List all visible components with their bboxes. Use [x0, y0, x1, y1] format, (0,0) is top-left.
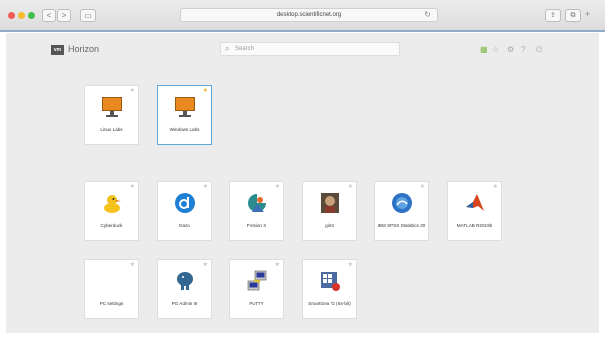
tile-label: FVision X: [246, 223, 267, 228]
spss-icon: [392, 193, 412, 213]
app-tile-spss[interactable]: ★ IBM SPSS Statistics 20: [374, 181, 429, 241]
app-tile-pgadmin[interactable]: ★ PG Admin III: [157, 259, 212, 319]
fvision-icon: [248, 194, 266, 212]
forward-button[interactable]: >: [57, 9, 71, 22]
dazo-icon: [175, 193, 195, 213]
favorite-star-icon[interactable]: ★: [203, 87, 208, 94]
app-tile-fvision[interactable]: ★ FVision X: [229, 181, 284, 241]
matlab-icon: [466, 194, 484, 211]
favorite-star-icon[interactable]: ★: [348, 261, 353, 268]
tile-label: PC settings: [99, 301, 124, 306]
browser-chrome: < > ▭ desktop.scientificnet.org ↻ ⇪ ⧉ +: [0, 0, 605, 32]
tile-label: PG Admin III: [171, 301, 198, 306]
settings-icon[interactable]: ⚙: [507, 45, 514, 55]
tile-label: MATLAB R2019b: [456, 223, 493, 228]
horizon-page: vm Horizon ⌕ Search ▦ ☆ ⚙ ? ⏻ ★ Linux La…: [6, 33, 599, 333]
fullscreen-window-icon[interactable]: [28, 12, 35, 19]
close-window-icon[interactable]: [8, 12, 15, 19]
app-tile-smartgit[interactable]: ★ SmartGea 'G (64-bit): [302, 259, 357, 319]
app-title: Horizon: [68, 44, 100, 54]
tabs-overview-icon[interactable]: ⧉: [565, 9, 581, 22]
duck-icon: [104, 195, 121, 213]
app-tile-gimp[interactable]: ★ gimt: [302, 181, 357, 241]
favorite-star-icon[interactable]: ★: [420, 183, 425, 190]
new-tab-icon[interactable]: +: [585, 9, 590, 19]
monitor-icon: [174, 96, 196, 118]
page-load-progress: [0, 30, 605, 32]
tile-label: SmartGea 'G (64-bit): [308, 301, 351, 306]
favorite-star-icon[interactable]: ★: [203, 261, 208, 268]
favorite-star-icon[interactable]: ★: [348, 183, 353, 190]
tile-label: Windows Labs: [169, 127, 200, 132]
desktop-tile-windows[interactable]: ★ Windows Labs: [157, 85, 212, 145]
elephant-icon: [177, 272, 193, 290]
minimize-window-icon[interactable]: [18, 12, 25, 19]
smartgit-icon: [321, 272, 340, 291]
tile-label: Linux Labs: [100, 127, 123, 132]
favorites-icon[interactable]: ☆: [492, 45, 499, 55]
back-button[interactable]: <: [42, 9, 56, 22]
logout-icon[interactable]: ⏻: [536, 45, 542, 55]
app-tile-putty[interactable]: ★ PuTTY: [229, 259, 284, 319]
app-tile-cyberduck[interactable]: ★ Cyberduck: [84, 181, 139, 241]
putty-icon: [247, 270, 267, 291]
tile-label: Cyberduck: [100, 223, 123, 228]
tile-label: Dazo: [179, 223, 190, 228]
search-icon: ⌕: [225, 44, 230, 53]
favorite-star-icon[interactable]: ★: [130, 261, 135, 268]
help-icon[interactable]: ?: [521, 45, 525, 55]
gimp-icon: [321, 193, 339, 213]
app-tile-matlab[interactable]: ★ MATLAB R2019b: [447, 181, 502, 241]
share-icon[interactable]: ⇪: [545, 9, 561, 22]
tile-label: gimt: [325, 223, 334, 228]
favorite-star-icon[interactable]: ★: [493, 183, 498, 190]
monitor-icon: [101, 96, 123, 118]
favorite-star-icon[interactable]: ★: [275, 261, 280, 268]
grid-view-icon[interactable]: ▦: [480, 45, 488, 55]
desktop-tile-linux[interactable]: ★ Linux Labs: [84, 85, 139, 145]
favorite-star-icon[interactable]: ★: [203, 183, 208, 190]
app-tile-pc-settings[interactable]: ★ PC settings: [84, 259, 139, 319]
tile-label: PuTTY: [249, 301, 264, 306]
vmware-logo: vm: [51, 45, 64, 55]
search-placeholder: Search: [235, 46, 255, 52]
url-text: desktop.scientificnet.org: [276, 12, 342, 18]
favorite-star-icon[interactable]: ★: [130, 183, 135, 190]
search-input[interactable]: ⌕ Search: [220, 42, 400, 56]
tile-label: IBM SPSS Statistics 20: [377, 223, 426, 228]
favorite-star-icon[interactable]: ★: [130, 87, 135, 94]
reload-icon[interactable]: ↻: [424, 9, 431, 21]
sidebar-toggle-icon[interactable]: ▭: [80, 9, 96, 22]
app-tile-dazo[interactable]: ★ Dazo: [157, 181, 212, 241]
address-bar[interactable]: desktop.scientificnet.org ↻: [180, 8, 438, 22]
favorite-star-icon[interactable]: ★: [275, 183, 280, 190]
